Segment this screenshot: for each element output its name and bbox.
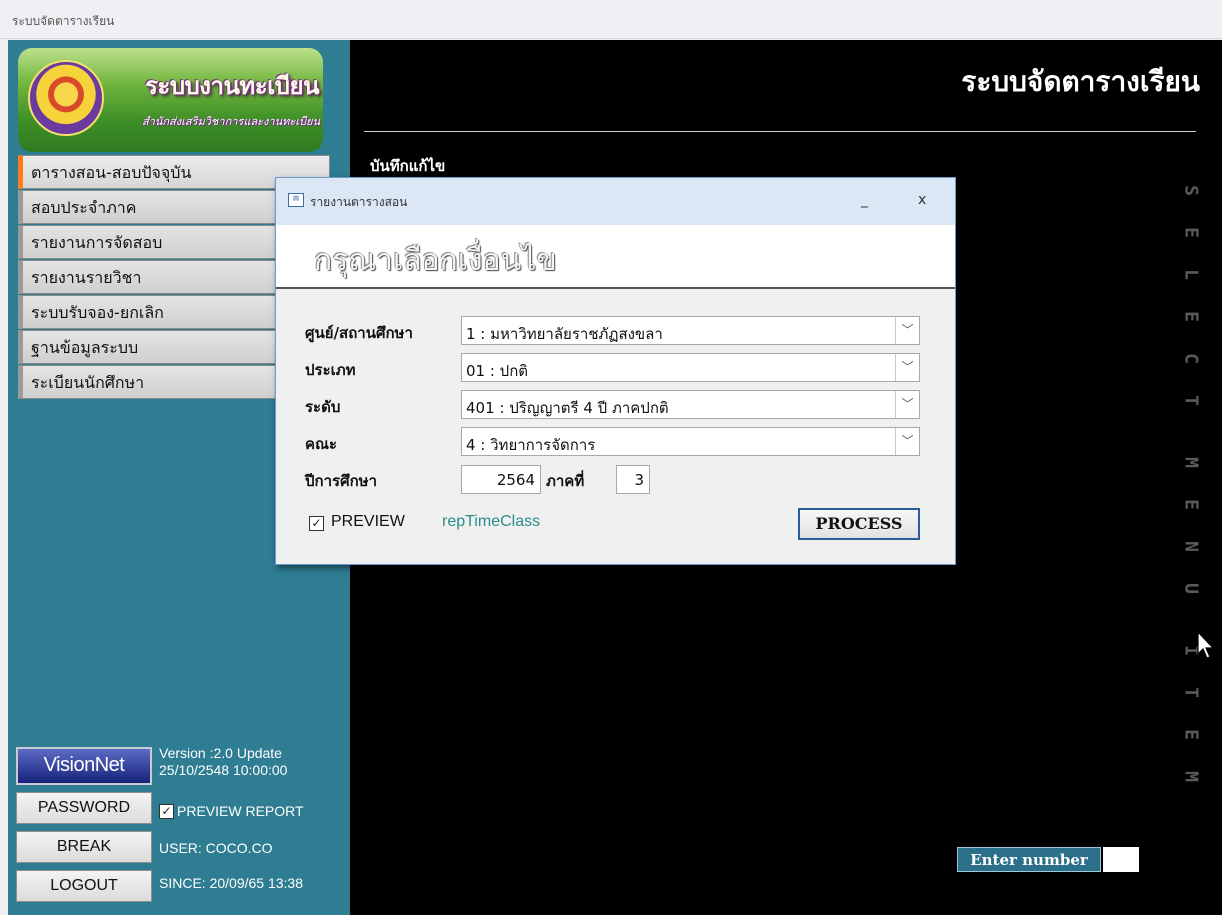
preview-checkbox[interactable]: ✓ <box>309 516 324 531</box>
year-input[interactable]: 2564 <box>461 465 541 494</box>
dialog-titlebar[interactable]: ≡ รายงานตารางสอน _ x <box>276 178 955 225</box>
logout-button[interactable]: LOGOUT <box>16 870 152 902</box>
report-name: repTimeClass <box>442 513 541 530</box>
version-line: Version :2.0 Update <box>159 745 282 761</box>
type-combo[interactable]: 01 : ปกติ ﹀ <box>461 353 920 382</box>
menu-letter: E <box>1180 499 1202 510</box>
chevron-down-icon[interactable]: ﹀ <box>895 317 919 344</box>
enter-number-label: Enter number <box>957 847 1101 872</box>
logo-subtitle: สำนักส่งเสริมวิชาการและงานทะเบียน <box>141 115 320 128</box>
term-input[interactable]: 3 <box>616 465 650 494</box>
faculty-combo[interactable]: 4 : วิทยาการจัดการ ﹀ <box>461 427 920 456</box>
window-title: ระบบจัดตารางเรียน <box>12 14 115 28</box>
faculty-value: 4 : วิทยาการจัดการ <box>466 436 596 454</box>
chevron-down-icon[interactable]: ﹀ <box>895 391 919 418</box>
chevron-down-icon[interactable]: ﹀ <box>895 428 919 455</box>
menu-letter: L <box>1180 269 1202 280</box>
dialog-header: กรุณาเลือกเงื่อนไข <box>276 225 955 289</box>
registry-logo: ระบบงานทะเบียน สำนักส่งเสริมวิชาการและงา… <box>18 48 323 152</box>
dialog-heading: กรุณาเลือกเงื่อนไข <box>314 243 557 278</box>
app-title: ระบบจัดตารางเรียน <box>961 65 1200 98</box>
chevron-down-icon[interactable]: ﹀ <box>895 354 919 381</box>
minimize-button[interactable]: _ <box>861 192 868 208</box>
menu-letter: C <box>1180 353 1202 364</box>
level-value: 401 : ปริญญาตรี 4 ปี ภาคปกติ <box>466 399 669 417</box>
title-divider <box>364 131 1196 132</box>
menu-letter: E <box>1180 311 1202 322</box>
dialog-title: รายงานตารางสอน <box>310 195 408 209</box>
form-icon: ≡ <box>288 193 304 207</box>
menu-letter: T <box>1180 687 1202 698</box>
logo-title: ระบบงานทะเบียน <box>145 72 319 100</box>
menu-letter: T <box>1180 395 1202 406</box>
enter-number-box: Enter number <box>957 847 1139 872</box>
mouse-cursor-icon <box>1197 630 1215 659</box>
term-label: ภาคที่ <box>546 472 585 490</box>
visionnet-logo: VisionNet <box>16 747 152 785</box>
preview-report-checkbox[interactable]: ✓ <box>159 804 174 819</box>
since-info: SINCE: 20/09/65 13:38 <box>159 875 303 891</box>
menu-letter: E <box>1180 227 1202 238</box>
menu-letter: U <box>1180 583 1202 594</box>
window-titlebar: ระบบจัดตารางเรียน <box>0 0 1222 39</box>
process-button[interactable]: PROCESS <box>798 508 920 540</box>
type-value: 01 : ปกติ <box>466 362 529 380</box>
user-info: USER: COCO.CO <box>159 840 273 856</box>
university-seal-icon <box>28 60 104 136</box>
close-button[interactable]: x <box>918 192 926 208</box>
center-combo[interactable]: 1 : มหาวิทยาลัยราชภัฏสงขลา ﹀ <box>461 316 920 345</box>
edit-label: บันทึกแก้ไข <box>370 157 446 175</box>
type-label: ประเภท <box>305 361 356 379</box>
menu-letter: E <box>1180 729 1202 740</box>
menu-letter: N <box>1180 541 1202 552</box>
center-label: ศูนย์/สถานศึกษา <box>305 324 413 342</box>
faculty-label: คณะ <box>305 435 338 453</box>
menu-letter: M <box>1180 771 1202 782</box>
level-combo[interactable]: 401 : ปริญญาตรี 4 ปี ภาคปกติ ﹀ <box>461 390 920 419</box>
enter-number-input[interactable] <box>1103 847 1139 872</box>
year-label: ปีการศึกษา <box>305 472 377 490</box>
menu-letter: S <box>1180 185 1202 196</box>
center-value: 1 : มหาวิทยาลัยราชภัฏสงขลา <box>466 325 663 343</box>
report-dialog: ≡ รายงานตารางสอน _ x กรุณาเลือกเงื่อนไข … <box>275 177 956 565</box>
preview-report-label: PREVIEW REPORT <box>177 803 304 819</box>
break-button[interactable]: BREAK <box>16 831 152 863</box>
level-label: ระดับ <box>305 398 341 416</box>
version-date: 25/10/2548 10:00:00 <box>159 762 288 778</box>
menu-letter: M <box>1180 457 1202 468</box>
preview-label: PREVIEW <box>331 513 405 530</box>
password-button[interactable]: PASSWORD <box>16 792 152 824</box>
version-info: Version :2.0 Update 25/10/2548 10:00:00 <box>159 745 287 779</box>
